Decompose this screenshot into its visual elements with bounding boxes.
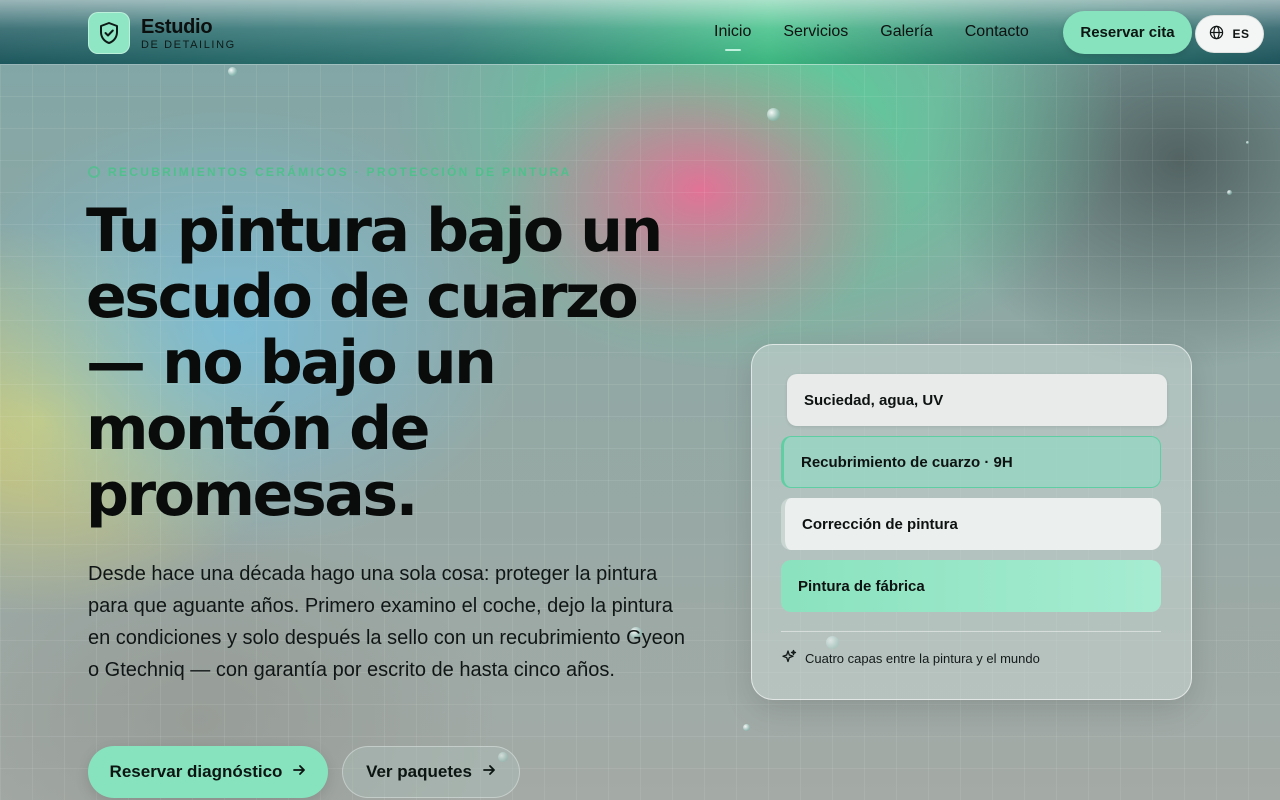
arrow-right-icon bbox=[482, 762, 496, 782]
book-diagnosis-label: Reservar diagnóstico bbox=[109, 762, 283, 781]
eyebrow-text: RECUBRIMIENTOS CERÁMICOS · PROTECCIÓN DE… bbox=[108, 165, 572, 179]
sparkle-icon bbox=[781, 649, 797, 668]
view-packages-label: Ver paquetes bbox=[366, 762, 472, 781]
view-packages-button[interactable]: Ver paquetes bbox=[342, 746, 520, 798]
shield-check-icon bbox=[88, 12, 130, 54]
layer-item-paint-correction: Corrección de pintura bbox=[781, 498, 1161, 550]
arrow-right-icon bbox=[292, 762, 306, 782]
layer-item-dirt-water-uv: Suciedad, agua, UV bbox=[787, 374, 1167, 426]
layer-item-factory-paint: Pintura de fábrica bbox=[781, 560, 1161, 612]
brand-logo-link[interactable]: Estudio DE DETAILING bbox=[88, 12, 236, 54]
card-note: Cuatro capas entre la pintura y el mundo bbox=[781, 649, 1040, 668]
brand-text: Estudio DE DETAILING bbox=[141, 16, 236, 51]
book-diagnosis-button[interactable]: Reservar diagnóstico bbox=[88, 746, 328, 798]
nav-item-contacto[interactable]: Contacto bbox=[965, 23, 1029, 41]
hero-eyebrow: RECUBRIMIENTOS CERÁMICOS · PROTECCIÓN DE… bbox=[88, 165, 572, 179]
nav-item-inicio[interactable]: Inicio bbox=[714, 23, 751, 51]
decorative-bubble bbox=[1227, 190, 1232, 195]
decorative-bubble bbox=[228, 67, 237, 76]
decorative-bubble bbox=[1246, 141, 1249, 144]
main-nav: Inicio Servicios Galería Contacto bbox=[714, 0, 1061, 64]
nav-item-servicios[interactable]: Servicios bbox=[783, 23, 848, 41]
brand-tagline: DE DETAILING bbox=[141, 38, 236, 51]
card-divider bbox=[781, 631, 1161, 632]
decorative-bubble bbox=[767, 108, 780, 121]
nav-item-galeria[interactable]: Galería bbox=[880, 23, 932, 41]
eyebrow-dot-icon bbox=[88, 166, 100, 178]
decorative-bubble bbox=[743, 724, 750, 731]
layer-item-quartz-coating: Recubrimiento de cuarzo · 9H bbox=[781, 436, 1161, 488]
brand-name: Estudio bbox=[141, 15, 213, 38]
hero-lead: Desde hace una década hago una sola cosa… bbox=[88, 563, 686, 681]
reserve-appointment-button[interactable]: Reservar cita bbox=[1063, 11, 1192, 54]
hero-headline: Tu pintura bajo un escudo de cuarzo — no… bbox=[86, 196, 663, 530]
language-switcher[interactable]: ES bbox=[1195, 15, 1264, 53]
language-code: ES bbox=[1232, 27, 1250, 41]
globe-icon bbox=[1209, 25, 1224, 43]
card-note-text: Cuatro capas entre la pintura y el mundo bbox=[805, 651, 1040, 666]
site-header: Estudio DE DETAILING Inicio Servicios Ga… bbox=[0, 0, 1280, 65]
